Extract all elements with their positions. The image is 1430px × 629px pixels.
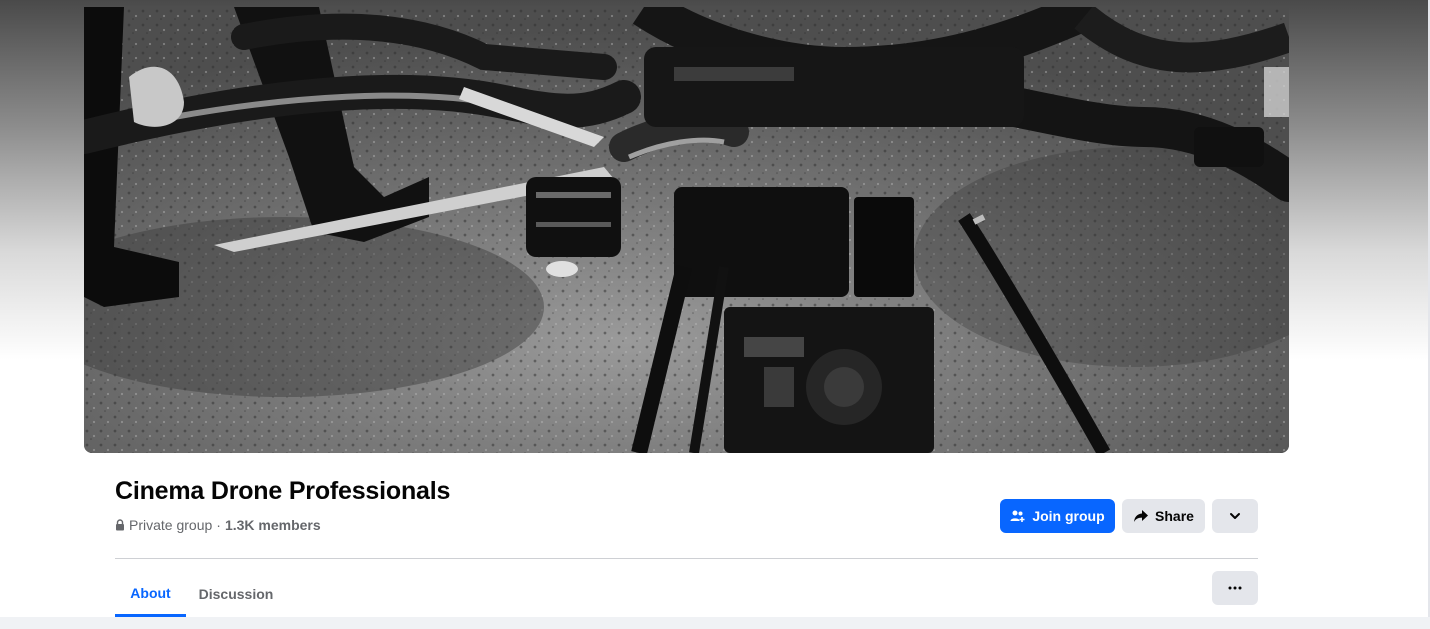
more-dots-icon xyxy=(1228,586,1242,590)
header-divider xyxy=(115,558,1258,559)
people-add-icon xyxy=(1010,510,1025,522)
tab-about[interactable]: About xyxy=(115,571,186,617)
lock-icon xyxy=(116,519,124,531)
share-arrow-icon xyxy=(1134,510,1149,522)
join-group-button[interactable]: Join group xyxy=(1000,499,1115,533)
page-bottom-strip xyxy=(0,617,1430,629)
join-group-label: Join group xyxy=(1032,508,1105,524)
more-options-button[interactable] xyxy=(1212,571,1258,605)
chevron-down-icon xyxy=(1230,513,1240,519)
share-label: Share xyxy=(1155,508,1194,524)
share-button[interactable]: Share xyxy=(1122,499,1205,533)
group-members[interactable]: 1.3K members xyxy=(225,517,321,533)
group-meta: Private group · 1.3K members xyxy=(115,517,321,533)
cover-photo[interactable] xyxy=(84,7,1289,453)
meta-separator: · xyxy=(216,517,221,533)
tab-discussion[interactable]: Discussion xyxy=(193,571,279,617)
group-title[interactable]: Cinema Drone Professionals xyxy=(115,477,450,506)
group-options-dropdown-button[interactable] xyxy=(1212,499,1258,533)
cover-photo-image xyxy=(84,7,1289,453)
group-privacy[interactable]: Private group xyxy=(129,517,212,533)
